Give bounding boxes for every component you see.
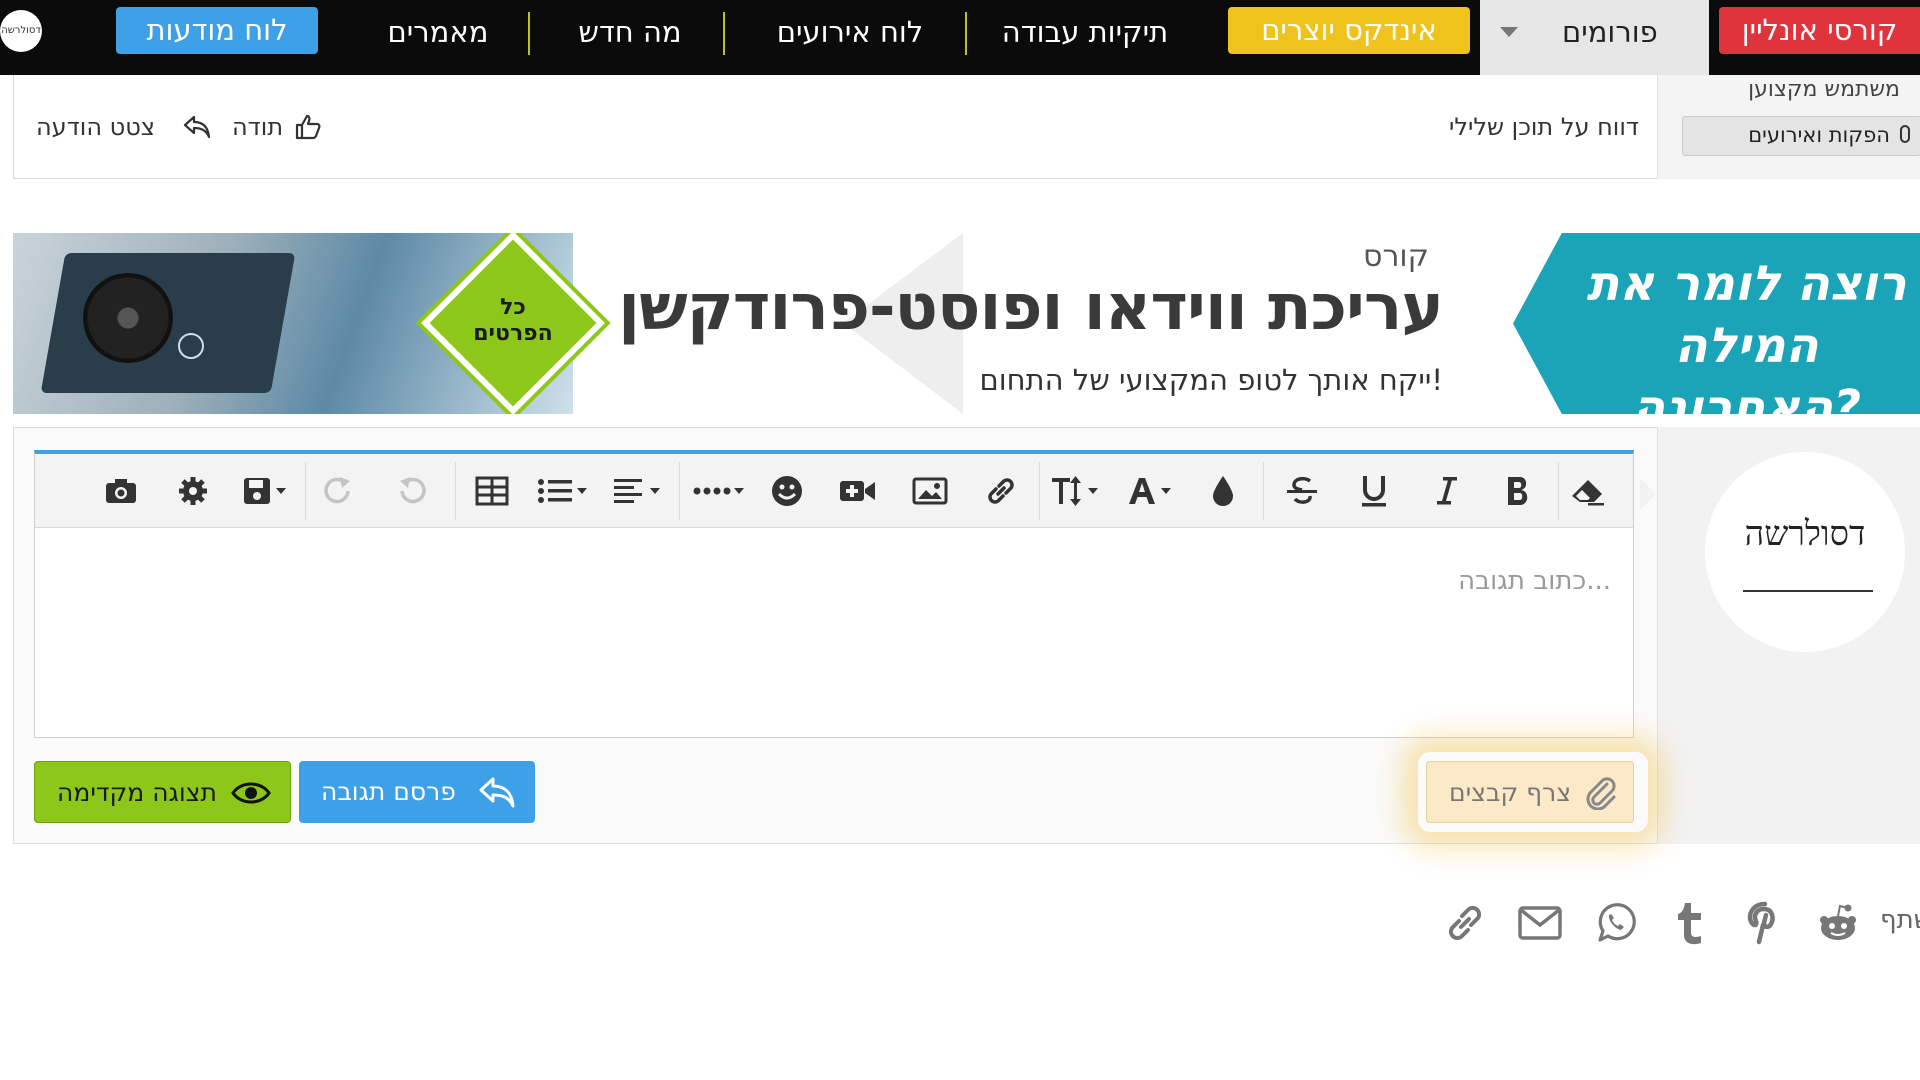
site-logo[interactable]: דסולרשה <box>0 10 42 52</box>
font-size-icon[interactable] <box>1049 468 1111 514</box>
nav-forums-tab[interactable]: פורומים <box>1480 0 1709 75</box>
preview-label: תצוגה מקדימה <box>57 778 217 807</box>
microphone-icon <box>1900 125 1910 143</box>
preview-button[interactable]: תצוגה מקדימה <box>34 761 291 823</box>
paperclip-icon <box>1586 777 1616 810</box>
reply-editor[interactable]: כתוב תגובה... <box>34 450 1634 738</box>
post-reply-label: פרסם תגובה <box>321 777 456 806</box>
link-icon[interactable] <box>978 468 1024 514</box>
eye-icon <box>231 782 271 804</box>
strikethrough-icon[interactable] <box>1279 468 1325 514</box>
tumblr-icon[interactable] <box>1662 895 1718 951</box>
whatsapp-icon[interactable] <box>1587 895 1643 951</box>
avatar[interactable]: דסולרשה <box>1705 452 1905 652</box>
diamond-line-1: כל <box>500 295 526 320</box>
italic-icon[interactable] <box>1424 468 1470 514</box>
toolbar-divider <box>1263 462 1264 520</box>
nav-creators-index[interactable]: אינדקס יוצרים <box>1228 7 1470 54</box>
bold-icon[interactable] <box>1495 468 1541 514</box>
highlight-color-icon[interactable] <box>1200 468 1246 514</box>
align-icon[interactable] <box>610 468 670 514</box>
diamond-label: כל הפרטים <box>453 295 573 347</box>
quote-label: צטט הודעה <box>36 113 156 141</box>
pinterest-icon[interactable] <box>1737 895 1793 951</box>
nav-events-board[interactable]: לוח אירועים <box>736 0 964 75</box>
reply-input[interactable]: כתוב תגובה... <box>1458 566 1611 596</box>
font-color-icon[interactable] <box>1125 468 1185 514</box>
toolbar-divider <box>1039 462 1040 520</box>
nav-divider <box>528 12 530 55</box>
reply-arrow-icon <box>479 777 515 808</box>
diamond-line-2: הפרטים <box>473 321 553 346</box>
user-badge[interactable]: הפקות ואירועים <box>1682 116 1920 156</box>
undo-icon[interactable] <box>388 468 434 514</box>
banner-right-text: רוצה לומר את המילה האחרונה? <box>1573 253 1920 414</box>
chevron-down-icon[interactable] <box>1500 27 1518 37</box>
share-label: שתף: <box>1880 905 1920 935</box>
banner-main-title: עריכת ווידאו ופוסט-פרודקשן <box>618 271 1444 345</box>
post-footer: צטט הודעה תודה דווח על תוכן שלילי <box>13 75 1660 179</box>
nav-divider <box>965 12 967 55</box>
nav-work-folders[interactable]: תיקיות עבודה <box>975 0 1195 75</box>
email-icon[interactable] <box>1512 895 1568 951</box>
redo-icon[interactable] <box>316 468 362 514</box>
toolbar-divider <box>305 462 306 520</box>
emoji-icon[interactable] <box>764 468 810 514</box>
user-info-panel: משתמש מקצוען הפקות ואירועים <box>1657 75 1920 179</box>
thanks-label: תודה <box>232 113 284 141</box>
save-icon[interactable] <box>235 468 295 514</box>
film-reel-graphic <box>83 273 173 363</box>
banner-right-line-1: רוצה לומר את <box>1586 256 1907 312</box>
attach-files-label: צרף קבצים <box>1449 778 1572 807</box>
nav-online-courses[interactable]: קורסי אונליין <box>1719 7 1920 54</box>
table-icon[interactable] <box>469 468 515 514</box>
avatar-underline <box>1743 590 1873 592</box>
nav-divider <box>723 12 725 55</box>
post-reply-button[interactable]: פרסם תגובה <box>299 761 535 823</box>
link-icon[interactable] <box>1437 895 1493 951</box>
thumbs-up-icon <box>295 114 321 140</box>
gear-icon[interactable] <box>170 468 216 514</box>
underline-icon[interactable] <box>1351 468 1397 514</box>
clear-format-icon[interactable] <box>1565 468 1611 514</box>
bullet-list-icon[interactable] <box>535 468 595 514</box>
banner-right-line-2: המילה האחרונה? <box>1632 318 1861 414</box>
course-banner-ad[interactable]: כל הפרטים קורס עריכת ווידאו ופוסט-פרודקש… <box>13 233 1920 414</box>
banner-small-label: קורס <box>1363 239 1429 274</box>
reply-arrow-icon <box>183 115 211 139</box>
nav-forums-label: פורומים <box>1562 15 1658 49</box>
toolbar-divider <box>1558 462 1559 520</box>
attach-files-button[interactable]: צרף קבצים <box>1426 761 1634 823</box>
nav-message-board[interactable]: לוח מודעות <box>116 7 318 54</box>
report-link[interactable]: דווח על תוכן שלילי <box>1449 113 1639 141</box>
video-icon[interactable] <box>835 468 881 514</box>
play-icon <box>178 333 204 359</box>
more-options-icon[interactable] <box>690 468 750 514</box>
reddit-icon[interactable] <box>1810 895 1866 951</box>
camera-icon[interactable] <box>98 468 144 514</box>
banner-subtitle: ייקח אותך לטופ המקצועי של התחום! <box>979 363 1443 397</box>
toolbar-divider <box>679 462 680 520</box>
image-icon[interactable] <box>907 468 953 514</box>
nav-articles[interactable]: מאמרים <box>352 0 524 75</box>
top-navigation: דסולרשה לוח מודעות מאמרים מה חדש לוח איר… <box>0 0 1920 75</box>
user-badge-label: הפקות ואירועים <box>1748 123 1890 147</box>
avatar-logo-text: דסולרשה <box>1744 514 1866 554</box>
user-title: משתמש מקצוען <box>1748 77 1900 102</box>
toolbar-divider <box>455 462 456 520</box>
nav-whats-new[interactable]: מה חדש <box>540 0 720 75</box>
speech-arrow <box>1640 478 1656 510</box>
editor-toolbar <box>35 454 1633 528</box>
